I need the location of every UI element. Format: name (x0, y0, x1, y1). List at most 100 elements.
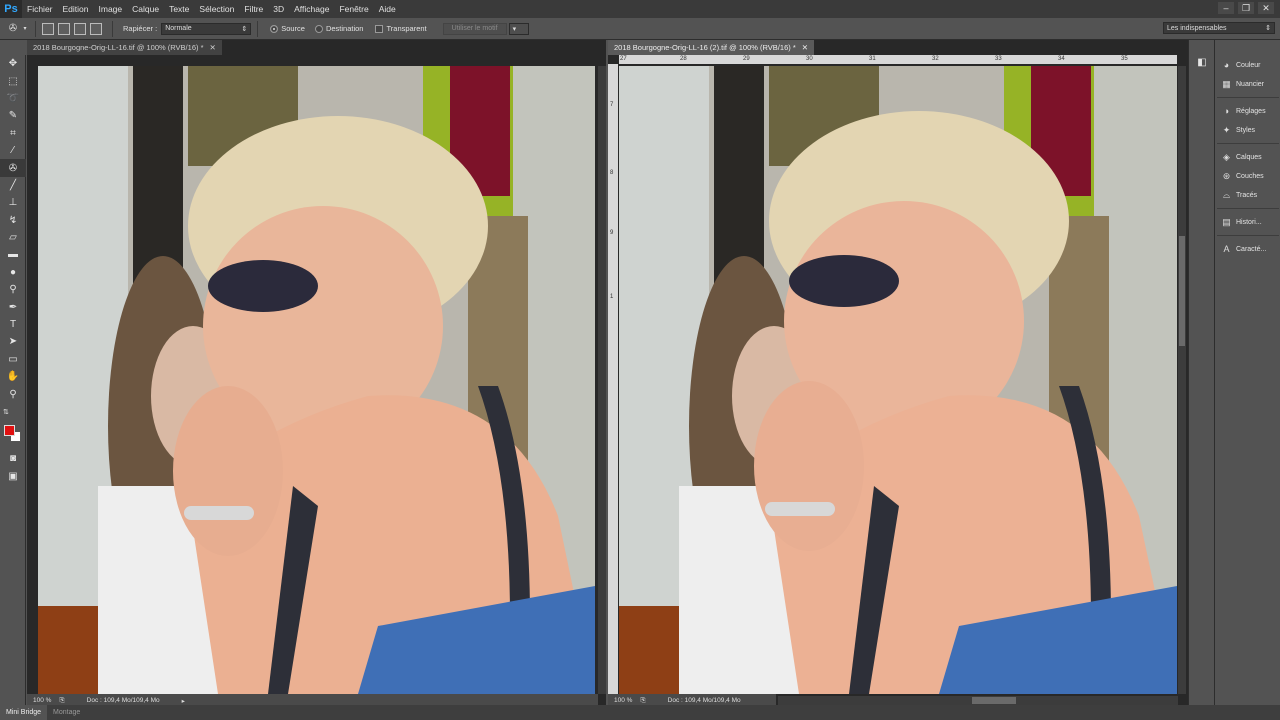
ruler-number: 1 (610, 294, 614, 300)
panel-calques[interactable]: ◈ Calques (1221, 149, 1279, 165)
crop-tool-icon[interactable]: ⌗ (0, 125, 26, 142)
patch-tool-icon[interactable]: ✇ (6, 22, 20, 36)
ruler-number: 33 (995, 56, 1002, 62)
panel-couleur[interactable]: ◕ Couleur (1221, 57, 1279, 73)
move-tool-icon[interactable]: ✥ (0, 55, 26, 72)
transparent-checkbox[interactable] (375, 24, 384, 33)
source-radio[interactable] (270, 24, 279, 33)
quick-mask-icon[interactable]: ◙ (0, 450, 26, 467)
channels-icon: ⊛ (1222, 170, 1231, 181)
menu-fenetre[interactable]: Fenêtre (334, 4, 373, 14)
eraser-tool-icon[interactable]: ▱ (0, 229, 26, 246)
close-tab-icon[interactable]: ✕ (802, 43, 808, 52)
eyedropper-tool-icon[interactable]: ⁄ (0, 142, 26, 159)
marquee-tool-icon[interactable]: ⬚ (0, 72, 26, 89)
collapse-panel-icon[interactable]: ◧ (1189, 54, 1215, 71)
intersect-selection-button[interactable] (90, 22, 102, 35)
destination-label: Destination (325, 24, 364, 33)
panel-label: Réglages (1236, 107, 1266, 115)
minimize-button[interactable]: – (1218, 2, 1234, 14)
image-canvas-1[interactable] (38, 66, 595, 694)
ruler-number: 28 (680, 56, 687, 62)
export-icon[interactable]: ⎘ (59, 697, 64, 705)
menu-texte[interactable]: Texte (164, 4, 194, 14)
styles-icon: ✦ (1222, 124, 1231, 135)
scrollbar-thumb[interactable] (972, 697, 1016, 704)
pen-tool-icon[interactable]: ✒ (0, 298, 26, 315)
zoom-level[interactable]: 100 % (614, 697, 632, 704)
close-button[interactable]: ✕ (1258, 2, 1274, 14)
shape-tool-icon[interactable]: ▭ (0, 351, 26, 368)
panel-couches[interactable]: ⊛ Couches (1221, 168, 1279, 184)
menu-selection[interactable]: Sélection (194, 4, 239, 14)
gradient-tool-icon[interactable]: ▬ (0, 246, 26, 263)
panel-nuancier[interactable]: ▦ Nuancier (1221, 76, 1279, 92)
menu-edition[interactable]: Edition (58, 4, 94, 14)
panel-historique[interactable]: ▤ Histori... (1221, 214, 1279, 230)
tab-montage[interactable]: Montage (47, 705, 86, 720)
menu-calque[interactable]: Calque (127, 4, 164, 14)
document-title: 2018 Bourgogne-Orig-LL-16 (2).tif @ 100%… (614, 43, 796, 52)
doc-info: Doc : 109,4 Mo/109,4 Mo (667, 697, 741, 704)
patch-tool-icon[interactable]: ✇ (0, 159, 26, 177)
vertical-scrollbar[interactable] (1178, 66, 1186, 694)
workspace-select-value: Les indispensables (1167, 24, 1227, 32)
divider (257, 20, 259, 37)
screen-mode-icon[interactable]: ▣ (0, 468, 26, 485)
horizontal-ruler: 27 28 29 30 31 32 33 34 35 (619, 55, 1177, 64)
zoom-level[interactable]: 100 % (33, 697, 51, 704)
quick-select-tool-icon[interactable]: ✎ (0, 107, 26, 124)
panel-caractere[interactable]: A Caracté... (1221, 241, 1279, 257)
dodge-tool-icon[interactable]: ⚲ (0, 281, 26, 298)
divider (1217, 208, 1279, 209)
close-tab-icon[interactable]: ✕ (210, 43, 216, 52)
panel-styles[interactable]: ✦ Styles (1221, 122, 1279, 138)
foreground-color-swatch[interactable] (4, 425, 15, 436)
swap-colors-icon[interactable]: ⇅ (0, 403, 26, 420)
stamp-tool-icon[interactable]: ⊥ (0, 194, 26, 211)
image-canvas-2[interactable] (619, 66, 1177, 694)
export-icon[interactable]: ⎘ (640, 697, 645, 705)
zoom-tool-icon[interactable]: ⚲ (0, 385, 26, 402)
menu-3d[interactable]: 3D (268, 4, 289, 14)
add-selection-button[interactable] (58, 22, 70, 35)
document-window-2: 2018 Bourgogne-Orig-LL-16 (2).tif @ 100%… (608, 40, 1188, 707)
mode-select[interactable]: Normale ⇕ (161, 22, 252, 35)
blur-tool-icon[interactable]: ● (0, 264, 26, 281)
panel-traces[interactable]: ⌓ Tracés (1221, 187, 1279, 203)
chevron-updown-icon: ⇕ (1265, 25, 1271, 32)
tab-mini-bridge[interactable]: Mini Bridge (0, 705, 48, 720)
panel-label: Histori... (1236, 218, 1262, 226)
panel-label: Nuancier (1236, 80, 1265, 88)
ruler-number: 27 (620, 56, 627, 62)
tools-panel: ✥ ⬚ ➰ ✎ ⌗ ⁄ ✇ ╱ ⊥ ↯ ▱ ▬ ● ⚲ ✒ T ➤ ▭ ✋ ⚲ … (0, 55, 26, 705)
ruler-number: 31 (869, 56, 876, 62)
history-brush-tool-icon[interactable]: ↯ (0, 212, 26, 229)
horizontal-scrollbar[interactable] (778, 696, 1178, 705)
menu-fichier[interactable]: Fichier (22, 4, 58, 14)
destination-radio[interactable] (314, 24, 323, 33)
menu-aide[interactable]: Aide (374, 4, 401, 14)
document-tab-1[interactable]: 2018 Bourgogne-Orig-LL-16.tif @ 100% (RV… (27, 40, 222, 55)
panel-reglages[interactable]: ◑ Réglages (1221, 103, 1279, 119)
subtract-selection-button[interactable] (74, 22, 86, 35)
brush-tool-icon[interactable]: ╱ (0, 177, 26, 194)
menu-affichage[interactable]: Affichage (289, 4, 334, 14)
menu-filtre[interactable]: Filtre (239, 4, 268, 14)
hand-tool-icon[interactable]: ✋ (0, 368, 26, 385)
type-tool-icon[interactable]: T (0, 316, 26, 333)
use-pattern-button[interactable]: Utiliser le motif (442, 22, 507, 35)
divider (1217, 235, 1279, 236)
restore-button[interactable]: ❐ (1238, 2, 1254, 14)
workspace-select[interactable]: Les indispensables ⇕ (1163, 22, 1275, 34)
vertical-scrollbar[interactable] (598, 66, 606, 694)
path-select-tool-icon[interactable]: ➤ (0, 333, 26, 350)
chevron-right-icon[interactable]: ▸ (182, 697, 185, 705)
scrollbar-thumb[interactable] (1179, 236, 1185, 346)
chevron-down-icon[interactable]: ▾ (21, 22, 29, 36)
lasso-tool-icon[interactable]: ➰ (0, 90, 26, 107)
document-tab-2[interactable]: 2018 Bourgogne-Orig-LL-16 (2).tif @ 100%… (608, 40, 815, 55)
menu-image[interactable]: Image (94, 4, 128, 14)
new-selection-button[interactable] (42, 22, 54, 35)
pattern-picker[interactable]: ▾ (508, 22, 529, 35)
